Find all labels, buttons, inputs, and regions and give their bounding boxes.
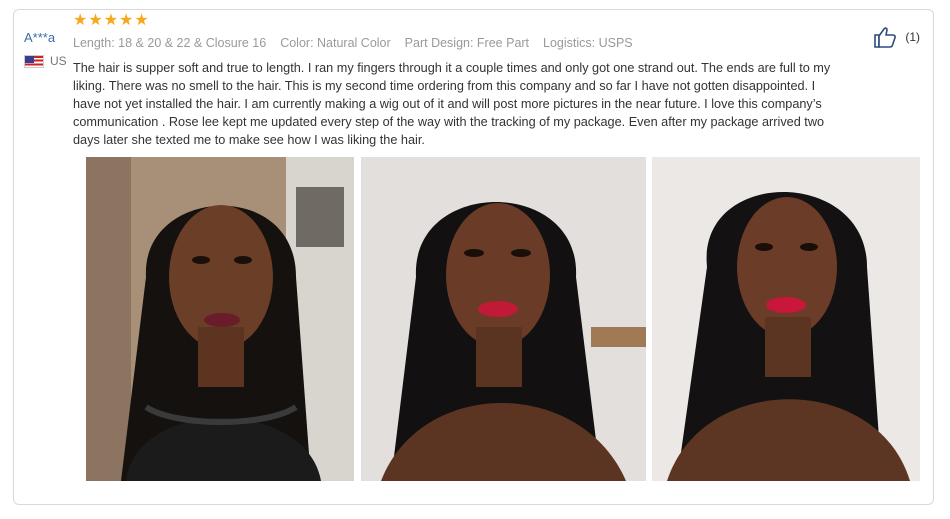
thumbs-up-icon[interactable] [873,26,897,48]
review-photo-1[interactable] [86,157,354,481]
star-icon: ★ [88,12,103,29]
attribute-length: Length: 18 & 20 & 22 & Closure 16 [73,36,267,50]
reviewer-country: US [24,54,67,68]
reviewer-info: A***a US [24,30,67,68]
review-photo-3[interactable] [652,157,920,481]
review-photo-2[interactable] [361,157,646,481]
star-icon: ★ [103,12,119,29]
star-icon: ★ [119,12,134,29]
helpful-section: (1) [873,26,920,48]
attribute-color: Color: Natural Color [280,36,391,50]
review-main: ★ ★ ★ ★ ★ Length: 18 & 20 & 22 & Closure… [73,13,843,149]
country-label: US [50,54,67,68]
attribute-part-design: Part Design: Free Part [404,36,530,50]
attribute-logistics: Logistics: USPS [543,36,633,50]
review-photos [73,157,920,481]
us-flag-icon [24,54,44,68]
star-icon: ★ [134,12,149,29]
review-text: The hair is supper soft and true to leng… [73,61,831,147]
star-icon: ★ [73,12,88,29]
reviewer-name[interactable]: A***a [24,30,67,45]
star-rating: ★ ★ ★ ★ ★ [73,13,843,29]
helpful-count: (1) [905,30,920,44]
product-attributes: Length: 18 & 20 & 22 & Closure 16 Color:… [73,36,843,50]
